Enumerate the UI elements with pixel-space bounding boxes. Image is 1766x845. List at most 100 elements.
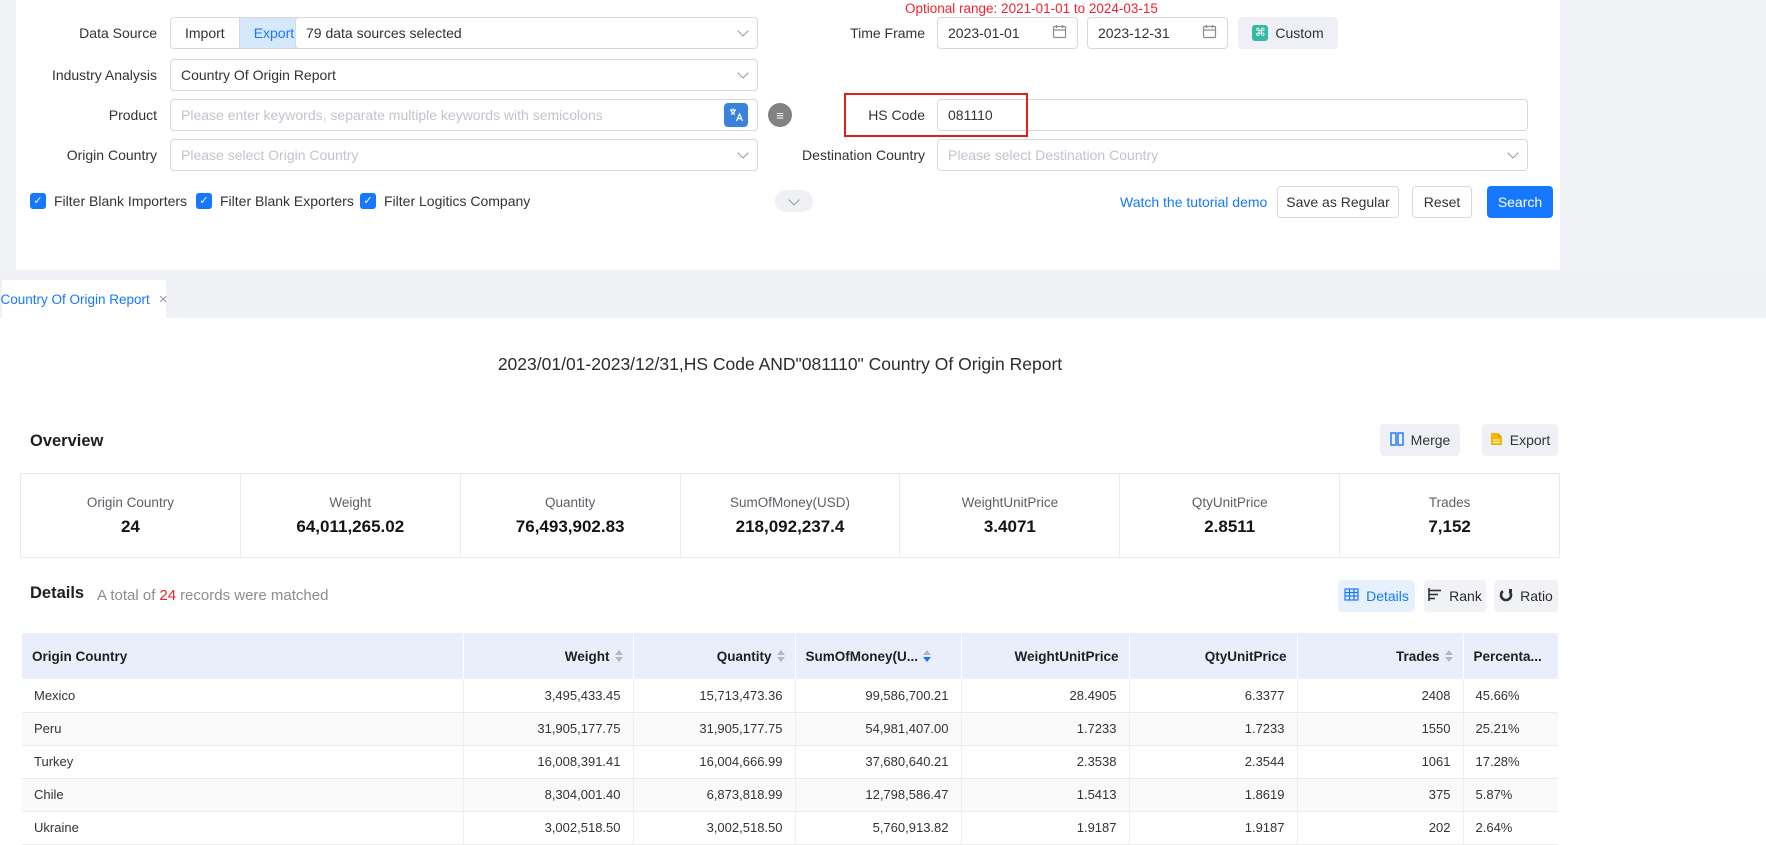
sort-icon[interactable] <box>777 650 785 662</box>
sort-icon[interactable] <box>615 650 623 662</box>
col-origin-country: Origin Country <box>22 633 463 679</box>
destination-country-label: Destination Country <box>756 139 925 171</box>
checkbox-checked-icon: ✓ <box>196 193 212 209</box>
translate-icon[interactable] <box>724 103 748 127</box>
chevron-down-icon <box>737 67 748 78</box>
custom-range-button[interactable]: ⌘ Custom <box>1238 17 1338 49</box>
checkbox-checked-icon: ✓ <box>30 193 46 209</box>
overview-heading: Overview <box>30 432 103 451</box>
table-row-turkey[interactable]: Turkey 16,008,391.41 16,004,666.99 37,68… <box>22 745 1558 778</box>
cell-trades: 375 <box>1297 778 1463 811</box>
hs-code-field <box>937 99 1528 131</box>
sort-icon[interactable] <box>1445 650 1453 662</box>
cell-origin: Peru <box>22 712 463 745</box>
save-as-regular-button[interactable]: Save as Regular <box>1277 186 1399 218</box>
industry-analysis-dropdown[interactable]: Country Of Origin Report <box>170 59 758 91</box>
origin-country-select[interactable]: Please select Origin Country <box>170 139 758 171</box>
time-frame-label: Time Frame <box>784 17 925 49</box>
cell-origin: Ukraine <box>22 811 463 844</box>
data-sources-value: 79 data sources selected <box>306 25 462 41</box>
overview-stats-card: Origin Country 24 Weight 64,011,265.02 Q… <box>20 473 1560 558</box>
import-toggle-button[interactable]: Import <box>171 18 239 48</box>
cell-trades: 1061 <box>1297 745 1463 778</box>
cell-origin: Mexico <box>22 679 463 712</box>
product-input[interactable] <box>181 100 717 130</box>
ratio-pie-icon <box>1499 588 1513 605</box>
stat-qty-unit-price: QtyUnitPrice 2.8511 <box>1120 474 1340 557</box>
table-row-mexico[interactable]: Mexico 3,495,433.45 15,713,473.36 99,586… <box>22 679 1558 712</box>
view-details-button[interactable]: Details <box>1338 580 1415 612</box>
chevron-down-icon <box>737 147 748 158</box>
cell-qup: 1.9187 <box>1129 811 1297 844</box>
cell-percent: 5.87% <box>1463 778 1558 811</box>
destination-country-placeholder: Please select Destination Country <box>948 147 1158 163</box>
collapse-filters-button[interactable] <box>775 190 813 212</box>
export-button[interactable]: Export <box>1482 424 1558 456</box>
close-icon[interactable]: × <box>159 292 168 307</box>
cell-trades: 2408 <box>1297 679 1463 712</box>
origin-country-placeholder: Please select Origin Country <box>181 147 358 163</box>
records-summary: A total of24records were matched <box>97 584 328 608</box>
cell-percent: 2.64% <box>1463 811 1558 844</box>
filter-panel: Data Source Import Export 79 data source… <box>16 0 1560 270</box>
destination-country-select[interactable]: Please select Destination Country <box>937 139 1528 171</box>
stat-sum-of-money: SumOfMoney(USD) 218,092,237.4 <box>681 474 901 557</box>
cell-percent: 25.21% <box>1463 712 1558 745</box>
report-title: 2023/01/01-2023/12/31,HS Code AND"081110… <box>0 354 1560 375</box>
cell-weight: 3,495,433.45 <box>463 679 633 712</box>
tab-country-of-origin-report[interactable]: Country Of Origin Report × <box>2 280 166 318</box>
table-row-chile[interactable]: Chile 8,304,001.40 6,873,818.99 12,798,5… <box>22 778 1558 811</box>
sort-icon-active-desc[interactable] <box>923 650 931 662</box>
col-trades[interactable]: Trades <box>1297 633 1463 679</box>
view-label: Details <box>1366 588 1409 604</box>
col-percentage: Percenta... <box>1463 633 1558 679</box>
stat-origin-country: Origin Country 24 <box>21 474 241 557</box>
tab-label: Country Of Origin Report <box>0 292 149 307</box>
stat-trades: Trades 7,152 <box>1340 474 1559 557</box>
table-header-row: Origin Country Weight Quantity SumOfMone… <box>22 633 1558 679</box>
hs-code-label: HS Code <box>786 99 925 131</box>
cell-sum: 5,760,913.82 <box>795 811 961 844</box>
cell-wup: 1.9187 <box>961 811 1129 844</box>
filter-blank-importers-checkbox[interactable]: ✓ Filter Blank Importers <box>30 193 187 209</box>
cell-weight: 3,002,518.50 <box>463 811 633 844</box>
merge-button[interactable]: Merge <box>1380 424 1460 456</box>
cell-percent: 45.66% <box>1463 679 1558 712</box>
view-ratio-button[interactable]: Ratio <box>1494 580 1558 612</box>
optional-range-text: Optional range: 2021-01-01 to 2024-03-15 <box>905 1 1158 16</box>
hs-code-input[interactable] <box>948 100 1517 130</box>
merge-label: Merge <box>1411 432 1451 448</box>
custom-label: Custom <box>1275 25 1323 41</box>
search-button[interactable]: Search <box>1487 186 1553 218</box>
product-field <box>170 99 758 131</box>
cell-wup: 2.3538 <box>961 745 1129 778</box>
calendar-icon <box>1052 24 1067 42</box>
col-weight-unit-price: WeightUnitPrice <box>961 633 1129 679</box>
table-view-icon <box>1344 588 1359 604</box>
cell-percent: 17.28% <box>1463 745 1558 778</box>
data-source-toggle: Import Export <box>170 17 309 49</box>
cell-trades: 202 <box>1297 811 1463 844</box>
end-date-input[interactable]: 2023-12-31 <box>1087 17 1228 49</box>
filter-logitics-company-checkbox[interactable]: ✓ Filter Logitics Company <box>360 193 530 209</box>
filter-blank-exporters-checkbox[interactable]: ✓ Filter Blank Exporters <box>196 193 354 209</box>
industry-analysis-value: Country Of Origin Report <box>181 67 336 83</box>
data-sources-dropdown[interactable]: 79 data sources selected <box>295 17 758 49</box>
product-label: Product <box>16 99 157 131</box>
view-rank-button[interactable]: Rank <box>1424 580 1486 612</box>
start-date-input[interactable]: 2023-01-01 <box>937 17 1078 49</box>
stat-weight: Weight 64,011,265.02 <box>241 474 461 557</box>
cell-weight: 16,008,391.41 <box>463 745 633 778</box>
cell-quantity: 31,905,177.75 <box>633 712 795 745</box>
col-quantity[interactable]: Quantity <box>633 633 795 679</box>
reset-button[interactable]: Reset <box>1412 186 1472 218</box>
summary-prefix: A total of <box>97 587 155 604</box>
col-qty-unit-price: QtyUnitPrice <box>1129 633 1297 679</box>
col-weight[interactable]: Weight <box>463 633 633 679</box>
details-heading: Details <box>30 584 84 603</box>
tutorial-demo-link[interactable]: Watch the tutorial demo <box>1120 186 1267 218</box>
col-sum-of-money[interactable]: SumOfMoney(U... <box>795 633 961 679</box>
cell-quantity: 15,713,473.36 <box>633 679 795 712</box>
table-row-peru[interactable]: Peru 31,905,177.75 31,905,177.75 54,981,… <box>22 712 1558 745</box>
table-row-ukraine[interactable]: Ukraine 3,002,518.50 3,002,518.50 5,760,… <box>22 811 1558 844</box>
